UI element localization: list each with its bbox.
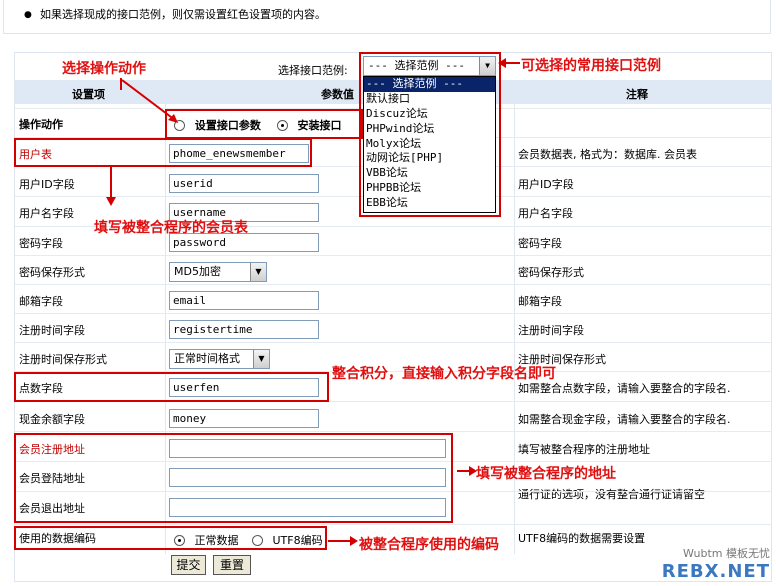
dropdown-option[interactable]: EBB论坛 [364, 196, 495, 211]
annotation-arrow [457, 466, 477, 476]
table-row [15, 284, 772, 313]
watermark-top-text: Wubtm 模板无忧 [683, 547, 770, 560]
row-label: 用户ID字段 [19, 178, 75, 191]
dropdown-option[interactable]: VBB论坛 [364, 166, 495, 181]
header-value: 参数值 [321, 88, 354, 101]
password-format-select[interactable]: MD5加密 ▼ [169, 262, 267, 282]
annotation-points: 整合积分，直接输入积分字段名即可 [332, 366, 556, 382]
dropdown-option[interactable]: Molyx论坛 [364, 137, 495, 152]
annotation-arrow [121, 79, 178, 123]
annotation-box-action [165, 109, 363, 139]
row-note: 用户名字段 [518, 207, 573, 220]
row-note: 填写被整合程序的注册地址 [518, 443, 650, 456]
password-format-value: MD5加密 [174, 265, 221, 278]
userid-field-input[interactable]: userid [169, 174, 319, 193]
register-time-field-input[interactable]: registertime [169, 320, 319, 339]
annotation-box-member-table [14, 138, 312, 167]
watermark-main-text: REBX.NET [661, 561, 770, 582]
chevron-down-icon[interactable]: ▼ [253, 350, 269, 368]
row-label: 邮箱字段 [19, 295, 63, 308]
row-note: 用户ID字段 [518, 178, 574, 191]
action-label: 操作动作 [19, 118, 63, 131]
row-label: 现金余额字段 [19, 413, 85, 426]
dropdown-option[interactable]: 默认接口 [364, 92, 495, 107]
range-select-label: 选择接口范例: [278, 64, 348, 77]
email-field-input[interactable]: email [169, 291, 319, 310]
money-field-input[interactable]: money [169, 409, 319, 428]
dropdown-option[interactable]: 动网论坛[PHP] [364, 151, 495, 166]
annotation-common-examples: 可选择的常用接口范例 [521, 58, 661, 74]
encoding-note: UTF8编码的数据需要设置 [518, 532, 646, 545]
submit-button[interactable]: 提交 [171, 555, 206, 575]
row-note: 注册时间字段 [518, 324, 584, 337]
row-note: 密码保存形式 [518, 266, 584, 279]
annotation-choose-action: 选择操作动作 [62, 61, 146, 77]
row-note: 如需整合现金字段，请输入要整合的字段名. [518, 413, 731, 426]
row-note: 密码字段 [518, 237, 562, 250]
annotation-arrow [106, 167, 116, 206]
row-note: 会员数据表, 格式为：数据库. 会员表 [518, 148, 697, 161]
chevron-down-icon[interactable]: ▼ [250, 263, 266, 281]
watermark-logo: Wubtm 模板无忧 REBX.NET [662, 545, 770, 582]
row-note: 邮箱字段 [518, 295, 562, 308]
header-setting: 设置项 [72, 88, 105, 101]
notice-bullet: ● [24, 10, 32, 20]
range-dropdown-list: --- 选择范例 --- 默认接口 Discuz论坛 PHPwind论坛 Mol… [363, 76, 496, 213]
dropdown-option[interactable]: PHPBB论坛 [364, 181, 495, 196]
header-note: 注释 [626, 88, 648, 101]
table-row [15, 313, 772, 342]
row-label: 注册时间字段 [19, 324, 85, 337]
notice-text: 如果选择现成的接口范例，则仅需设置红色设置项的内容。 [40, 8, 326, 21]
annotation-box-address [14, 433, 453, 523]
annotation-address: 填写被整合程序的地址 [476, 466, 616, 482]
annotation-box-points [14, 372, 329, 402]
annotation-encoding: 被整合程序使用的编码 [359, 537, 499, 553]
dropdown-option[interactable]: --- 选择范例 --- [364, 77, 495, 92]
register-time-format-select[interactable]: 正常时间格式 ▼ [169, 349, 270, 369]
table-row [15, 255, 772, 284]
annotation-arrow [328, 536, 358, 546]
annotation-arrow [498, 58, 520, 68]
row-label: 密码保存形式 [19, 266, 85, 279]
reset-button[interactable]: 重置 [213, 555, 251, 575]
notice-panel: ● 如果选择现成的接口范例，则仅需设置红色设置项的内容。 [3, 0, 771, 34]
row-label: 用户名字段 [19, 207, 74, 220]
row-label: 密码字段 [19, 237, 63, 250]
annotation-box-encoding [14, 526, 327, 550]
dropdown-option[interactable]: Discuz论坛 [364, 107, 495, 122]
register-time-format-value: 正常时间格式 [174, 352, 240, 365]
annotation-member-table: 填写被整合程序的会员表 [94, 220, 248, 236]
row-label: 注册时间保存形式 [19, 353, 107, 366]
dropdown-option[interactable]: PHPwind论坛 [364, 122, 495, 137]
